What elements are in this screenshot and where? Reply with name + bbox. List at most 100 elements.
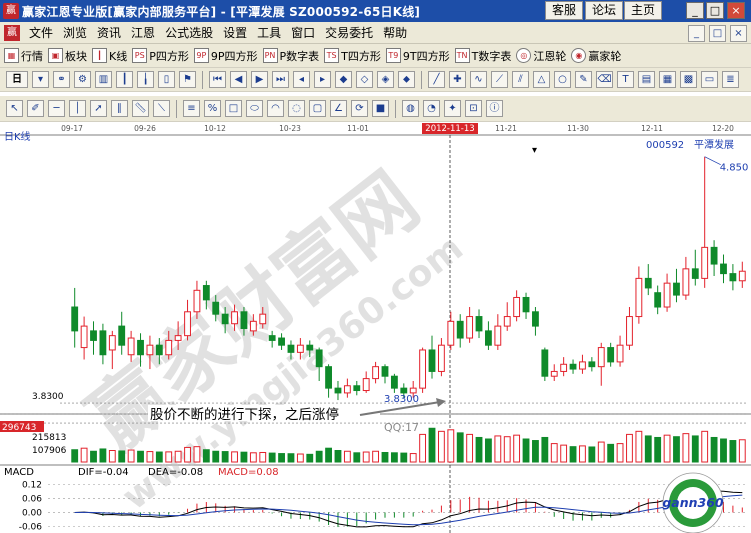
menu-help[interactable]: 帮助 bbox=[378, 24, 412, 41]
volume-bar bbox=[447, 429, 455, 463]
tool-quotes[interactable]: ▦ 行情 bbox=[4, 48, 43, 64]
coin-icon[interactable]: ◍ bbox=[402, 100, 419, 117]
hline-icon[interactable]: ─ bbox=[48, 100, 65, 117]
pencil-icon[interactable]: ✐ bbox=[27, 100, 44, 117]
vline-icon[interactable]: │ bbox=[69, 100, 86, 117]
gann-line-icon[interactable]: ⟍ bbox=[153, 100, 170, 117]
fib-icon[interactable]: ≡ bbox=[183, 100, 200, 117]
candle-down bbox=[325, 366, 332, 389]
pointer-icon[interactable]: ↖ bbox=[6, 100, 23, 117]
menu-window[interactable]: 窗口 bbox=[286, 24, 320, 41]
eraser-icon[interactable]: ⌫ bbox=[596, 71, 613, 88]
menu-settings[interactable]: 设置 bbox=[218, 24, 252, 41]
diamond2-icon[interactable]: ◇ bbox=[356, 71, 373, 88]
close-icon[interactable]: × bbox=[727, 2, 745, 19]
cycle-icon[interactable]: ⟳ bbox=[351, 100, 368, 117]
title-bar: 赢 赢家江恩专业版[赢家内部服务平台] - [平潭发展 SZ000592-65日… bbox=[0, 0, 751, 22]
tool-blocks[interactable]: ▣ 板块 bbox=[48, 48, 87, 64]
calc-icon[interactable]: ▦ bbox=[659, 71, 676, 88]
kline-chart[interactable]: 09-17 09-26 10-12 10-23 11-01 2012-11-13 11-21… bbox=[0, 122, 751, 533]
spiral-icon[interactable]: ◌ bbox=[288, 100, 305, 117]
tool-t-number[interactable]: TN T数字表 bbox=[454, 48, 511, 64]
next-icon[interactable]: ▶ bbox=[251, 71, 268, 88]
ellipse-icon[interactable]: ⬭ bbox=[246, 100, 263, 117]
percent-icon[interactable]: % bbox=[204, 100, 221, 117]
candle-down bbox=[522, 296, 530, 313]
menu-gann[interactable]: 江恩 bbox=[126, 24, 160, 41]
zoom-out-icon[interactable]: ◂ bbox=[293, 71, 310, 88]
arrow-icon[interactable]: ➚ bbox=[90, 100, 107, 117]
text-icon[interactable]: T bbox=[617, 71, 634, 88]
tool-9t-square[interactable]: T9 9T四方形 bbox=[385, 48, 450, 64]
menu-browse[interactable]: 浏览 bbox=[58, 24, 92, 41]
child-minimize-icon[interactable]: _ bbox=[688, 25, 705, 42]
chart-icon[interactable]: ▥ bbox=[95, 71, 112, 88]
diamond3-icon[interactable]: ◈ bbox=[377, 71, 394, 88]
tool-gann-wheel[interactable]: ◎ 江恩轮 bbox=[516, 48, 566, 64]
line-icon[interactable]: ╱ bbox=[428, 71, 445, 88]
menu-formula[interactable]: 公式选股 bbox=[160, 24, 218, 41]
circle-icon[interactable]: ○ bbox=[554, 71, 571, 88]
candle-down bbox=[137, 339, 144, 356]
gauge-icon[interactable]: ◔ bbox=[423, 100, 440, 117]
tool-winner-wheel[interactable]: ◉ 赢家轮 bbox=[571, 48, 621, 64]
home-button[interactable]: 主页 bbox=[624, 1, 663, 20]
menu-file[interactable]: 文件 bbox=[24, 24, 58, 41]
candle-down bbox=[353, 385, 361, 392]
calendar-icon[interactable]: ▤ bbox=[638, 71, 655, 88]
diamond-icon[interactable]: ◆ bbox=[335, 71, 352, 88]
candle-icon[interactable]: ┃ bbox=[116, 71, 133, 88]
flag-icon[interactable]: ⚑ bbox=[179, 71, 196, 88]
arc-icon[interactable]: ◠ bbox=[267, 100, 284, 117]
tool-p-number[interactable]: PN P数字表 bbox=[262, 48, 319, 64]
tool-9p-square[interactable]: 9P 9P四方形 bbox=[193, 48, 258, 64]
stack-icon[interactable]: ≣ bbox=[722, 71, 739, 88]
menu-info[interactable]: 资讯 bbox=[92, 24, 126, 41]
maximize-icon[interactable]: □ bbox=[706, 2, 724, 19]
parallel-icon[interactable]: ∥ bbox=[111, 100, 128, 117]
crosshair-icon[interactable]: ✚ bbox=[449, 71, 466, 88]
volume-bar bbox=[682, 433, 690, 463]
lock-icon[interactable]: ⊡ bbox=[465, 100, 482, 117]
rect-icon[interactable]: □ bbox=[225, 100, 242, 117]
square-icon[interactable]: ■ bbox=[372, 100, 389, 117]
dropdown-icon[interactable]: ▾ bbox=[32, 71, 49, 88]
bar-icon[interactable]: ╽ bbox=[137, 71, 154, 88]
service-button[interactable]: 客服 bbox=[545, 1, 584, 20]
volume-bar bbox=[588, 446, 596, 463]
volume-bar bbox=[325, 447, 332, 463]
menu-trade[interactable]: 交易委托 bbox=[320, 24, 378, 41]
first-icon[interactable]: ⏮ bbox=[209, 71, 226, 88]
wave-icon[interactable]: ∿ bbox=[470, 71, 487, 88]
tool-kline[interactable]: ┃ K线 bbox=[92, 48, 127, 64]
tool-t-square[interactable]: TS T四方形 bbox=[324, 48, 381, 64]
zoom-in-icon[interactable]: ▸ bbox=[314, 71, 331, 88]
minimize-icon[interactable]: _ bbox=[686, 2, 704, 19]
chart-area[interactable]: 09-17 09-26 10-12 10-23 11-01 2012-11-13 11-21… bbox=[0, 122, 751, 533]
diamond4-icon[interactable]: ⬥ bbox=[398, 71, 415, 88]
grid2-icon[interactable]: ▩ bbox=[680, 71, 697, 88]
menu-tools[interactable]: 工具 bbox=[252, 24, 286, 41]
volume-bar bbox=[550, 443, 558, 463]
pen-icon[interactable]: ✎ bbox=[575, 71, 592, 88]
star-icon[interactable]: ✦ bbox=[444, 100, 461, 117]
info-icon[interactable]: ⓘ bbox=[486, 100, 503, 117]
ticker-icon[interactable]: ▯ bbox=[158, 71, 175, 88]
forum-button[interactable]: 论坛 bbox=[585, 1, 624, 20]
macd-title: MACD bbox=[4, 467, 34, 478]
tool-p-square[interactable]: PS P四方形 bbox=[132, 48, 189, 64]
angle-icon[interactable]: ∠ bbox=[330, 100, 347, 117]
channel-icon[interactable]: ⫽ bbox=[512, 71, 529, 88]
settings-icon[interactable]: ⚙ bbox=[74, 71, 91, 88]
child-restore-icon[interactable]: □ bbox=[709, 25, 726, 42]
prev-icon[interactable]: ◀ bbox=[230, 71, 247, 88]
period-select[interactable]: 日 bbox=[6, 71, 28, 88]
window-icon[interactable]: ▭ bbox=[701, 71, 718, 88]
link-icon[interactable]: ⚭ bbox=[53, 71, 70, 88]
ruler-icon[interactable]: 📏︎ bbox=[132, 100, 149, 117]
triangle-icon[interactable]: △ bbox=[533, 71, 550, 88]
last-icon[interactable]: ⏭ bbox=[272, 71, 289, 88]
box-icon[interactable]: ▢ bbox=[309, 100, 326, 117]
fan-icon[interactable]: ⟋ bbox=[491, 71, 508, 88]
child-close-icon[interactable]: × bbox=[730, 25, 747, 42]
